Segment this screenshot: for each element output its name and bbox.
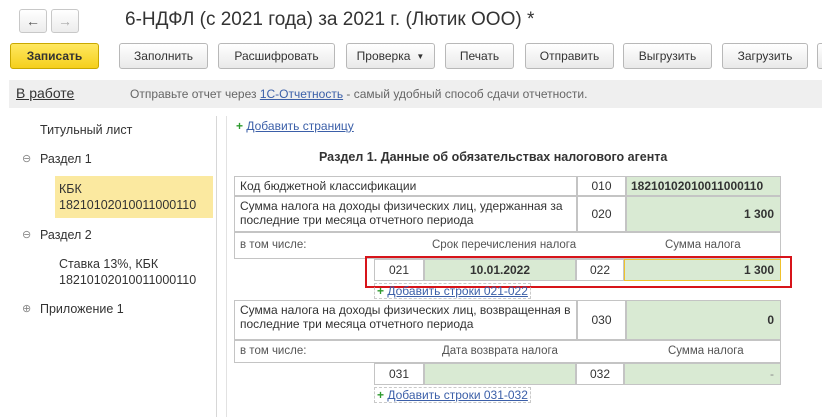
kbk-row-code: 010 xyxy=(577,176,626,196)
date-code-031: 031 xyxy=(374,363,424,385)
save-button[interactable]: Записать xyxy=(10,43,99,69)
arrow-right-icon[interactable]: → xyxy=(51,9,79,33)
add-page-link[interactable]: + Добавить страницу xyxy=(236,119,354,133)
kbk-value-field[interactable]: 18210102010011000110 xyxy=(626,176,781,196)
status-bar: В работе Отправьте отчет через 1С-Отчетн… xyxy=(9,80,822,108)
tax-sum-header: Сумма налога xyxy=(665,239,741,251)
section-heading: Раздел 1. Данные об обязательствах налог… xyxy=(319,150,668,164)
report-form: + Добавить страницу Раздел 1. Данные об … xyxy=(228,116,822,417)
plus-icon: + xyxy=(377,284,385,298)
fill-button[interactable]: Заполнить xyxy=(119,43,208,69)
upload-button[interactable]: Выгрузить xyxy=(623,43,712,69)
returned-including-label: в том числе: xyxy=(240,345,307,357)
sections-tree: Титульный лист ⊖ Раздел 1 КБК 1821010201… xyxy=(9,116,217,417)
return-date-field[interactable] xyxy=(424,363,576,385)
tree-item-section2[interactable]: Раздел 2 xyxy=(40,228,92,242)
tree-item-appendix1[interactable]: Приложение 1 xyxy=(40,302,124,316)
decode-button[interactable]: Расшифровать xyxy=(218,43,335,69)
expand-icon[interactable]: ⊕ xyxy=(22,302,31,315)
more-button[interactable] xyxy=(817,43,822,69)
add-rows-031-label: Добавить строки 031-032 xyxy=(387,388,528,402)
add-rows-031-link[interactable]: + Добавить строки 031-032 xyxy=(374,387,531,403)
kbk-value: 18210102010011000110 xyxy=(59,198,197,212)
returned-row-code: 030 xyxy=(577,300,626,340)
plus-icon: + xyxy=(377,388,385,402)
withheld-including-label: в том числе: xyxy=(240,239,307,251)
collapse-icon[interactable]: ⊖ xyxy=(22,152,31,165)
window-title: 6-НДФЛ (с 2021 года) за 2021 г. (Лютик О… xyxy=(125,9,535,30)
add-page-label: Добавить страницу xyxy=(246,119,354,133)
toolbar: Записать Заполнить Расшифровать Проверка… xyxy=(0,40,822,72)
sum-code-032: 032 xyxy=(576,363,624,385)
status-text-before: Отправьте отчет через xyxy=(130,87,260,101)
panel-divider xyxy=(226,116,227,417)
plus-icon: + xyxy=(236,119,244,133)
return-date-header: Дата возврата налога xyxy=(442,345,558,357)
send-button[interactable]: Отправить xyxy=(525,43,614,69)
load-button[interactable]: Загрузить xyxy=(722,43,808,69)
returned-tax-sum-field[interactable]: - xyxy=(624,363,781,385)
withheld-sum-field[interactable]: 1 300 xyxy=(626,196,781,232)
chevron-down-icon: ▼ xyxy=(416,51,425,61)
tree-item-kbk-selected[interactable]: КБК 18210102010011000110 xyxy=(55,176,213,218)
arrow-left-icon[interactable]: ← xyxy=(19,9,47,33)
title-bar: ← → 6-НДФЛ (с 2021 года) за 2021 г. (Лют… xyxy=(0,0,822,40)
status-message: Отправьте отчет через 1С-Отчетность - са… xyxy=(130,87,587,101)
returned-row-label: Сумма налога на доходы физических лиц, в… xyxy=(234,300,577,340)
withheld-row-label: Сумма налога на доходы физических лиц, у… xyxy=(234,196,577,232)
tax-transfer-date-header: Срок перечисления налога xyxy=(432,239,577,251)
check-button-label: Проверка xyxy=(356,49,411,63)
status-link[interactable]: В работе xyxy=(16,85,74,101)
rate-label[interactable]: Ставка 13%, КБК xyxy=(59,256,158,272)
returned-tax-sum-header: Сумма налога xyxy=(668,345,744,357)
reporting-link[interactable]: 1С-Отчетность xyxy=(260,87,343,101)
collapse-icon[interactable]: ⊖ xyxy=(22,228,31,241)
add-rows-021-label: Добавить строки 021-022 xyxy=(387,284,528,298)
kbk-label: КБК xyxy=(59,182,82,196)
print-button[interactable]: Печать xyxy=(445,43,514,69)
rate-value[interactable]: 18210102010011000110 xyxy=(59,272,196,288)
tree-item-section1[interactable]: Раздел 1 xyxy=(40,152,92,166)
returned-sum-field[interactable]: 0 xyxy=(626,300,781,340)
withheld-row-code: 020 xyxy=(577,196,626,232)
kbk-row-label: Код бюджетной классификации xyxy=(234,176,577,196)
status-text-after: - самый удобный способ сдачи отчетности. xyxy=(343,87,588,101)
check-button[interactable]: Проверка ▼ xyxy=(346,43,435,69)
add-rows-021-link[interactable]: + Добавить строки 021-022 xyxy=(374,283,531,299)
tree-item-title-page[interactable]: Титульный лист xyxy=(40,123,132,137)
